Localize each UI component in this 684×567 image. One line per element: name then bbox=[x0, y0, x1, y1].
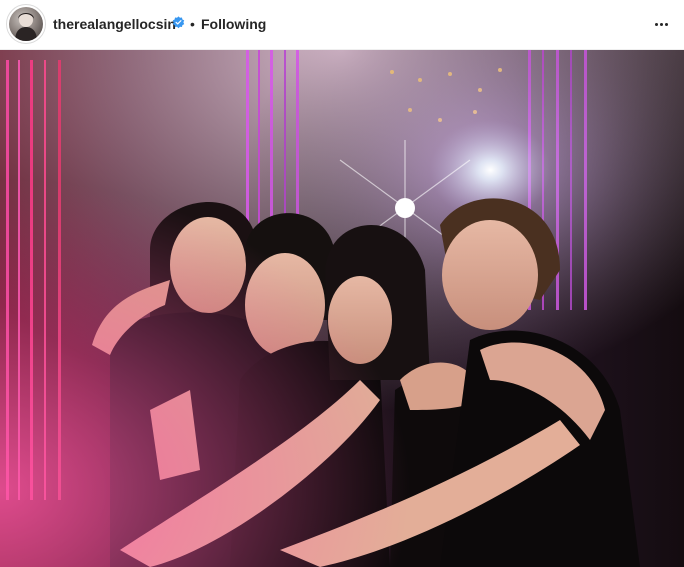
more-options-icon[interactable] bbox=[648, 13, 674, 35]
avatar-image bbox=[9, 7, 43, 41]
dot bbox=[664, 22, 668, 26]
post-photo[interactable] bbox=[0, 50, 684, 567]
username-link[interactable]: therealangellocsin bbox=[53, 15, 176, 33]
separator-dot: • bbox=[190, 16, 195, 32]
dot bbox=[659, 22, 663, 26]
dot bbox=[654, 22, 658, 26]
verified-badge-icon bbox=[172, 16, 185, 29]
post-header: therealangellocsin • Following bbox=[0, 0, 684, 50]
following-button[interactable]: Following bbox=[201, 15, 266, 33]
photo-illustration bbox=[0, 50, 684, 567]
avatar[interactable] bbox=[6, 4, 46, 44]
